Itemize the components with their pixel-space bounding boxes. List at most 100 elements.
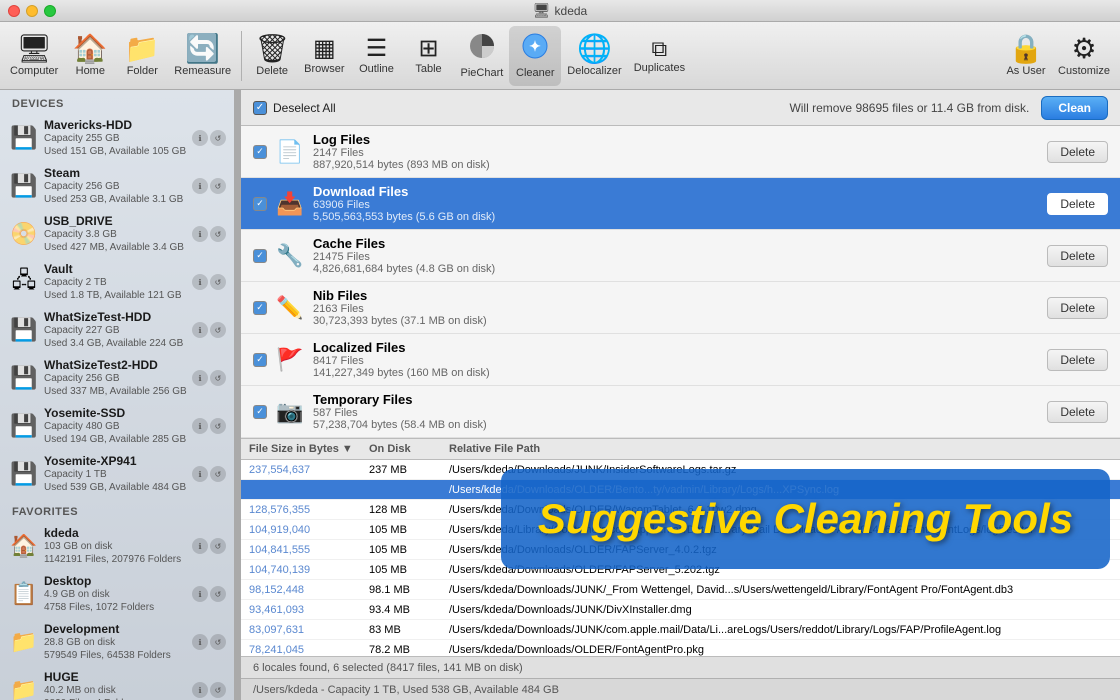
cat-delete-btn-3[interactable]: Delete: [1047, 297, 1108, 319]
cat-delete-btn-1[interactable]: Delete: [1047, 193, 1108, 215]
device-info-btn[interactable]: ℹ: [192, 466, 208, 482]
cat-checkbox-4[interactable]: ✓: [253, 353, 267, 367]
device-scan-btn[interactable]: ↺: [210, 178, 226, 194]
device-info-btn[interactable]: ℹ: [192, 274, 208, 290]
file-category-4[interactable]: ✓ 🚩 Localized Files 8417 Files 141,227,3…: [241, 334, 1120, 386]
fav-info-btn[interactable]: ℹ: [192, 634, 208, 650]
sidebar-item-device-3[interactable]: 🖧 Vault Capacity 2 TB Used 1.8 TB, Avail…: [0, 258, 234, 306]
sidebar-item-fav-2[interactable]: 📁 Development 28.8 GB on disk 579549 Fil…: [0, 618, 234, 666]
device-info-btn[interactable]: ℹ: [192, 322, 208, 338]
sidebar-item-device-1[interactable]: 💾 Steam Capacity 256 GB Used 253 GB, Ava…: [0, 162, 234, 210]
sidebar-item-device-6[interactable]: 💾 Yosemite-SSD Capacity 480 GB Used 194 …: [0, 402, 234, 450]
sidebar-item-device-7[interactable]: 💾 Yosemite-XP941 Capacity 1 TB Used 539 …: [0, 450, 234, 498]
device-scan-btn[interactable]: ↺: [210, 130, 226, 146]
minimize-button[interactable]: [26, 5, 38, 17]
toolbar-customize[interactable]: ⚙ Customize: [1052, 26, 1116, 86]
col-header-path[interactable]: Relative File Path: [449, 443, 1112, 455]
status-bar-1: 6 locales found, 6 selected (8417 files,…: [241, 656, 1120, 678]
status-bar-2: /Users/kdeda - Capacity 1 TB, Used 538 G…: [241, 678, 1120, 700]
svg-text:✦: ✦: [529, 38, 541, 54]
fav-info-btn[interactable]: ℹ: [192, 538, 208, 554]
device-info-btn[interactable]: ℹ: [192, 370, 208, 386]
cat-delete-btn-4[interactable]: Delete: [1047, 349, 1108, 371]
close-button[interactable]: [8, 5, 20, 17]
toolbar-home[interactable]: 🏠 Home: [64, 26, 116, 86]
cat-checkbox-5[interactable]: ✓: [253, 405, 267, 419]
fav-scan-btn[interactable]: ↺: [210, 634, 226, 650]
file-row-8[interactable]: 83,097,631 83 MB /Users/kdeda/Downloads/…: [241, 620, 1120, 640]
device-scan-btn[interactable]: ↺: [210, 274, 226, 290]
will-remove-text: Will remove 98695 files or 11.4 GB from …: [348, 101, 1030, 115]
fav-info-btn[interactable]: ℹ: [192, 586, 208, 602]
toolbar-asuser[interactable]: 🔒 As User: [1000, 26, 1052, 86]
sidebar-item-device-5[interactable]: 💾 WhatSizeTest2-HDD Capacity 256 GB Used…: [0, 354, 234, 402]
sidebar-item-fav-0[interactable]: 🏠 kdeda 103 GB on disk 1142191 Files, 20…: [0, 522, 234, 570]
device-info-btn[interactable]: ℹ: [192, 226, 208, 242]
file-category-0[interactable]: ✓ 📄 Log Files 2147 Files 887,920,514 byt…: [241, 126, 1120, 178]
device-icon: 🖧: [10, 268, 38, 296]
device-info-btn[interactable]: ℹ: [192, 178, 208, 194]
device-scan-btn[interactable]: ↺: [210, 226, 226, 242]
file-row-6[interactable]: 98,152,448 98.1 MB /Users/kdeda/Download…: [241, 580, 1120, 600]
cat-checkbox-1[interactable]: ✓: [253, 197, 267, 211]
device-icon: 💾: [10, 124, 38, 152]
toolbar-folder[interactable]: 📁 Folder: [116, 26, 168, 86]
col-header-disk[interactable]: On Disk: [369, 443, 449, 455]
file-row-9[interactable]: 78,241,045 78.2 MB /Users/kdeda/Download…: [241, 640, 1120, 656]
cat-checkbox-3[interactable]: ✓: [253, 301, 267, 315]
clean-button[interactable]: Clean: [1041, 96, 1108, 120]
app-icon: 🖥: [533, 2, 551, 19]
device-scan-btn[interactable]: ↺: [210, 322, 226, 338]
content-area: ✓ Deselect All Will remove 98695 files o…: [241, 90, 1120, 700]
device-info-btn[interactable]: ℹ: [192, 130, 208, 146]
device-info-btn[interactable]: ℹ: [192, 418, 208, 434]
sidebar-item-device-2[interactable]: 📀 USB_DRIVE Capacity 3.8 GB Used 427 MB,…: [0, 210, 234, 258]
device-scan-btn[interactable]: ↺: [210, 466, 226, 482]
toolbar: 🖥 Computer 🏠 Home 📁 Folder 🔄 Remeasure 🗑…: [0, 22, 1120, 90]
cat-delete-btn-5[interactable]: Delete: [1047, 401, 1108, 423]
toolbar-delete[interactable]: 🗑 Delete: [246, 26, 298, 86]
cat-checkbox-0[interactable]: ✓: [253, 145, 267, 159]
fav-scan-btn[interactable]: ↺: [210, 682, 226, 698]
col-header-size[interactable]: File Size in Bytes ▼: [249, 443, 369, 455]
cleaner-icon: ✦: [521, 32, 549, 65]
file-categories: ✓ 📄 Log Files 2147 Files 887,920,514 byt…: [241, 126, 1120, 439]
file-category-3[interactable]: ✓ ✏️ Nib Files 2163 Files 30,723,393 byt…: [241, 282, 1120, 334]
file-category-2[interactable]: ✓ 🔧 Cache Files 21475 Files 4,826,681,68…: [241, 230, 1120, 282]
cat-delete-btn-2[interactable]: Delete: [1047, 245, 1108, 267]
fav-info-btn[interactable]: ℹ: [192, 682, 208, 698]
sidebar-item-device-4[interactable]: 💾 WhatSizeTest-HDD Capacity 227 GB Used …: [0, 306, 234, 354]
piechart-icon: [468, 32, 496, 65]
traffic-lights[interactable]: [8, 5, 56, 17]
file-row-7[interactable]: 93,461,093 93.4 MB /Users/kdeda/Download…: [241, 600, 1120, 620]
toolbar-piechart[interactable]: PieChart: [455, 26, 510, 86]
sidebar-item-device-0[interactable]: 💾 Mavericks-HDD Capacity 255 GB Used 151…: [0, 114, 234, 162]
toolbar-duplicates[interactable]: ⧉ Duplicates: [628, 26, 691, 86]
toolbar-delocalizer[interactable]: 🌐 Delocalizer: [561, 26, 627, 86]
cat-checkbox-2[interactable]: ✓: [253, 249, 267, 263]
cat-delete-btn-0[interactable]: Delete: [1047, 141, 1108, 163]
toolbar-computer[interactable]: 🖥 Computer: [4, 26, 64, 86]
fav-icon: 📁: [10, 676, 38, 700]
toolbar-remeasure[interactable]: 🔄 Remeasure: [168, 26, 237, 86]
fav-scan-btn[interactable]: ↺: [210, 538, 226, 554]
toolbar-browser[interactable]: ▦ Browser: [298, 26, 350, 86]
device-scan-btn[interactable]: ↺: [210, 370, 226, 386]
toolbar-cleaner[interactable]: ✦ Cleaner: [509, 26, 561, 86]
deselect-checkbox[interactable]: ✓: [253, 101, 267, 115]
toolbar-outline[interactable]: ☰ Outline: [351, 26, 403, 86]
sidebar-item-fav-3[interactable]: 📁 HUGE 40.2 MB on disk 9820 Files, 4 Fol…: [0, 666, 234, 700]
outline-icon: ☰: [366, 37, 388, 61]
maximize-button[interactable]: [44, 5, 56, 17]
deselect-all-button[interactable]: ✓ Deselect All: [253, 101, 336, 115]
cat-icon-5: 📷: [275, 397, 305, 427]
device-icon: 📀: [10, 220, 38, 248]
delete-icon: 🗑: [254, 35, 290, 63]
device-scan-btn[interactable]: ↺: [210, 418, 226, 434]
overlay-text: Suggestive Cleaning Tools: [538, 495, 1073, 543]
file-category-1[interactable]: ✓ 📥 Download Files 63906 Files 5,505,563…: [241, 178, 1120, 230]
file-category-5[interactable]: ✓ 📷 Temporary Files 587 Files 57,238,704…: [241, 386, 1120, 438]
sidebar-item-fav-1[interactable]: 📋 Desktop 4.9 GB on disk 4758 Files, 107…: [0, 570, 234, 618]
toolbar-table[interactable]: ⊞ Table: [403, 26, 455, 86]
fav-scan-btn[interactable]: ↺: [210, 586, 226, 602]
